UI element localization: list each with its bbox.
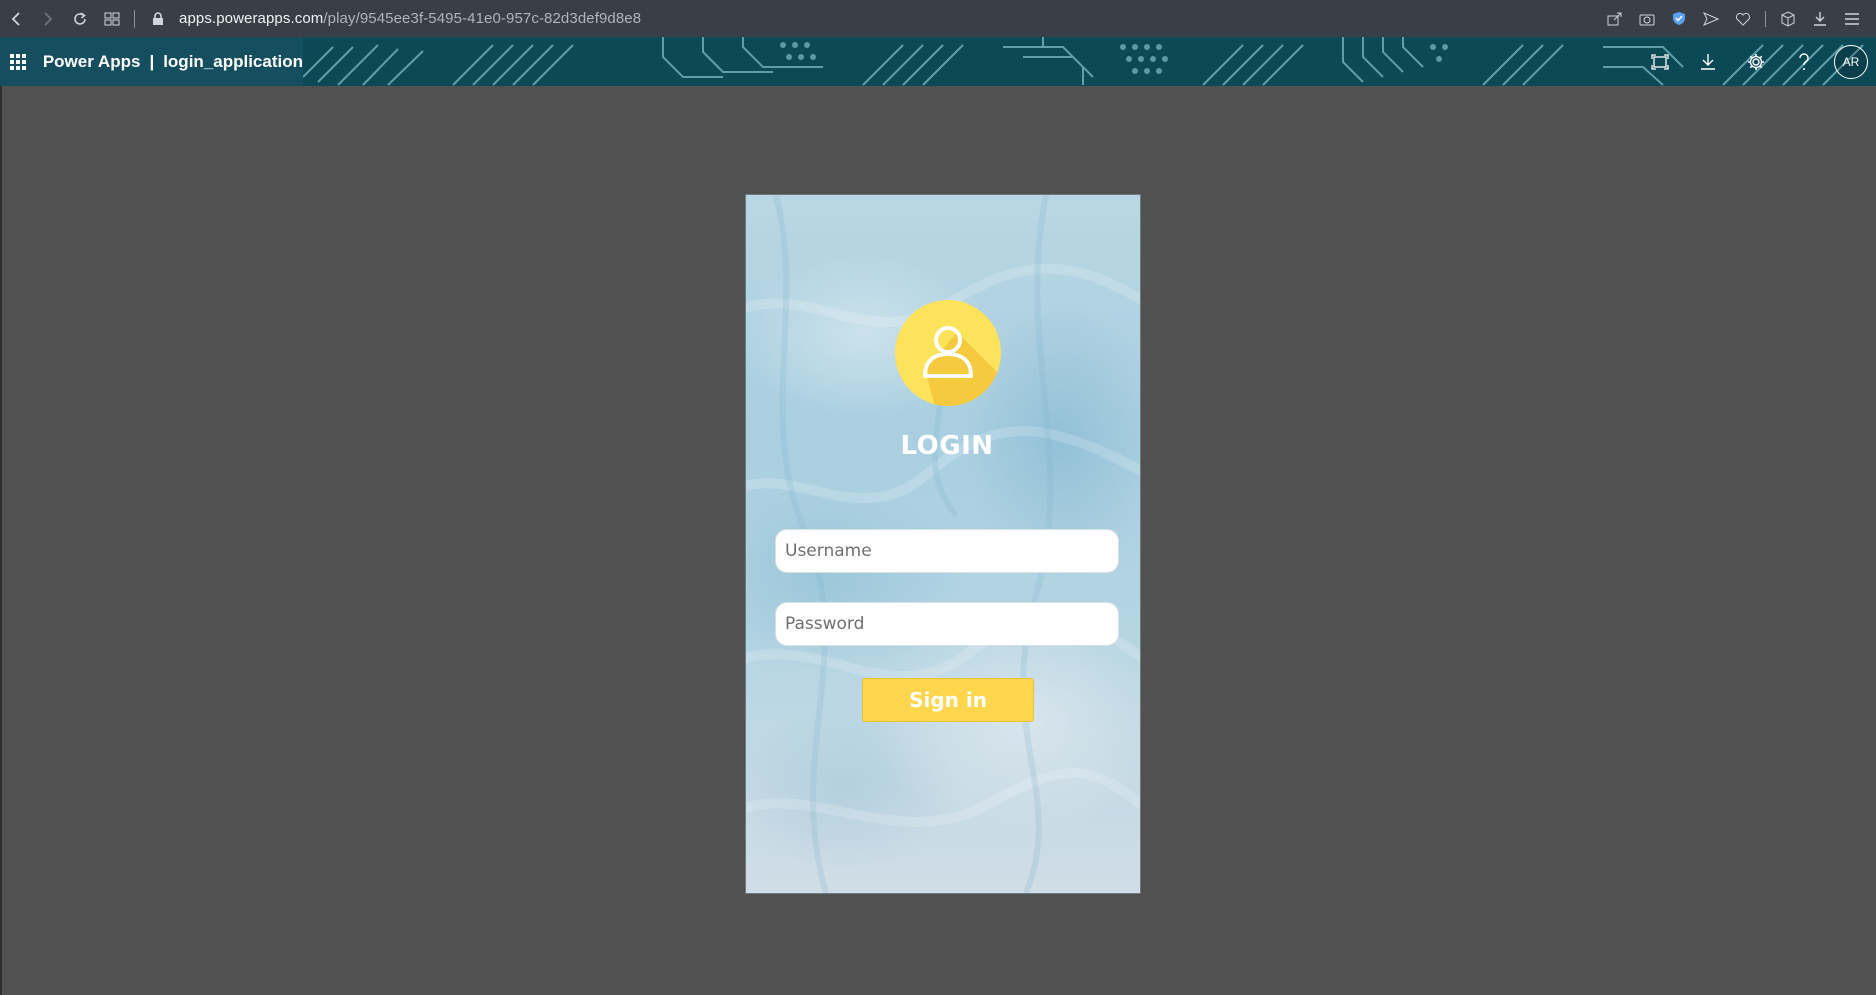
share-icon[interactable] xyxy=(1601,0,1629,37)
address-bar[interactable]: apps.powerapps.com/play/9545ee3f-5495-41… xyxy=(179,10,641,27)
left-edge xyxy=(0,86,2,995)
username-input[interactable] xyxy=(775,529,1119,573)
help-icon[interactable] xyxy=(1780,37,1828,86)
shield-icon[interactable] xyxy=(1665,0,1693,37)
camera-icon[interactable] xyxy=(1633,0,1661,37)
settings-gear-icon[interactable] xyxy=(1732,37,1780,86)
powerapps-header: Power Apps | login_application AR xyxy=(0,37,1876,86)
password-input[interactable] xyxy=(775,602,1119,646)
send-icon[interactable] xyxy=(1697,0,1725,37)
toolbar-divider xyxy=(134,9,135,28)
menu-lines-icon[interactable] xyxy=(1838,0,1866,37)
fit-to-screen-icon[interactable] xyxy=(1636,37,1684,86)
brand-name: Power Apps xyxy=(42,51,141,71)
browser-toolbar: apps.powerapps.com/play/9545ee3f-5495-41… xyxy=(0,0,1876,37)
login-screen: LOGIN Sign in xyxy=(745,194,1141,894)
lock-icon[interactable] xyxy=(145,11,171,26)
header-actions: AR xyxy=(1636,37,1876,86)
title-separator: | xyxy=(149,51,155,71)
forward-icon[interactable] xyxy=(32,0,64,37)
back-icon[interactable] xyxy=(0,0,32,37)
download-icon[interactable] xyxy=(1806,0,1834,37)
url-path: /play/9545ee3f-5495-41e0-957c-82d3def9d8… xyxy=(323,10,642,27)
login-title: LOGIN xyxy=(900,431,994,461)
toolbar-divider xyxy=(1765,10,1766,27)
reload-icon[interactable] xyxy=(64,0,96,37)
powerapps-brand-area: Power Apps | login_application xyxy=(0,37,303,86)
browser-extension-tools xyxy=(1601,0,1866,37)
user-profile-icon xyxy=(895,300,1001,406)
app-title: Power Apps | login_application xyxy=(43,52,303,72)
tabs-grid-icon[interactable] xyxy=(96,0,128,37)
cube-icon[interactable] xyxy=(1774,0,1802,37)
app-launcher-icon[interactable] xyxy=(0,37,37,86)
user-avatar[interactable]: AR xyxy=(1834,44,1868,79)
url-host: apps.powerapps.com xyxy=(179,10,324,27)
download-icon[interactable] xyxy=(1684,37,1732,86)
app-name: login_application xyxy=(163,51,303,71)
sign-in-button[interactable]: Sign in xyxy=(862,678,1034,722)
heart-icon[interactable] xyxy=(1729,0,1757,37)
